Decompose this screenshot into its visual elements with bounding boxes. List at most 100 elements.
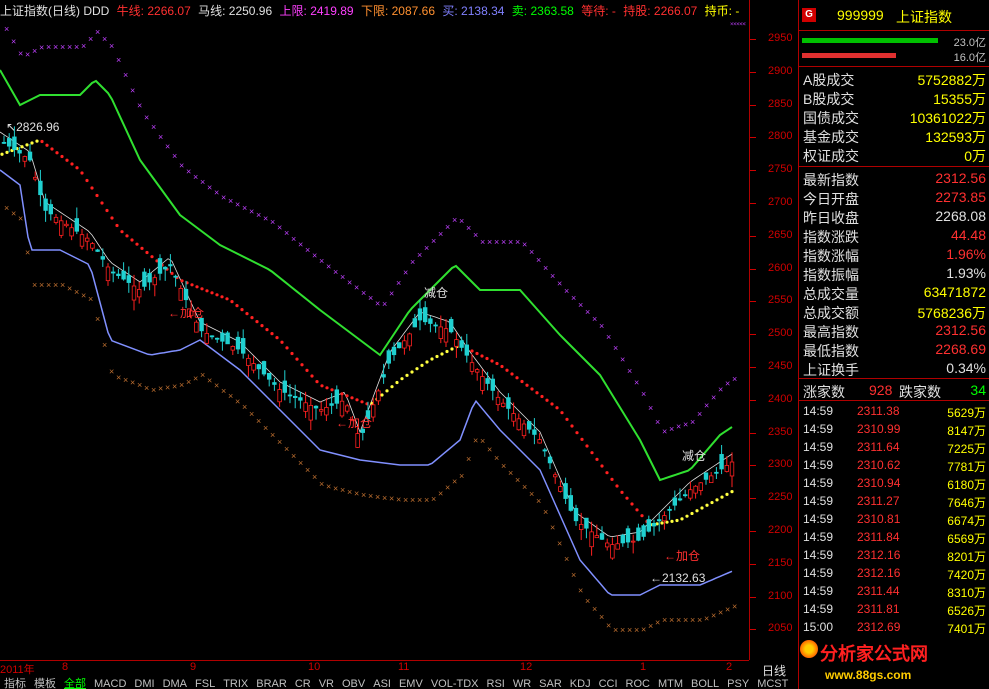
lower-limit-mark: × [564, 554, 569, 564]
trend-dot [230, 300, 234, 304]
buy-value: 2138.34 [461, 4, 505, 18]
trend-dot [495, 361, 499, 366]
candle-body [152, 277, 157, 286]
tab-sar[interactable]: SAR [535, 678, 566, 689]
upper-limit-mark: × [291, 234, 296, 244]
tab-fsl[interactable]: FSL [191, 678, 219, 689]
price-tick-mark [750, 203, 756, 204]
trend-dot [695, 509, 699, 513]
tab-obv[interactable]: OBV [338, 678, 369, 689]
upper-limit-mark: × [270, 217, 275, 227]
tab-全部[interactable]: 全部 [60, 675, 90, 689]
tab-wr[interactable]: WR [509, 678, 535, 689]
lower-limit-mark: × [466, 454, 471, 464]
upper-limit-mark: × [312, 251, 317, 261]
tab-dmi[interactable]: DMI [130, 678, 158, 689]
trend-dot [425, 360, 429, 364]
tick-price: 2312.16 [857, 548, 901, 562]
trend-dot [435, 354, 439, 359]
trend-dot [85, 178, 89, 183]
trend-dot [640, 514, 644, 518]
upper-limit-mark: × [606, 332, 611, 342]
candle-body [74, 218, 79, 232]
trend-dot [405, 373, 409, 377]
volume-row: 权证成交 0万 [799, 145, 989, 164]
candle-body [292, 395, 298, 398]
tab-boll[interactable]: BOLL [687, 678, 723, 689]
candle-body [329, 403, 334, 406]
trend-dot [295, 357, 299, 361]
tab-cr[interactable]: CR [291, 678, 315, 689]
lower-limit-mark: × [165, 383, 170, 393]
kline-chart-svg[interactable]: ××××××××××××××××××××××××××××××××××××××××… [0, 0, 749, 660]
trend-dot [40, 139, 44, 144]
upper-limit-mark: × [655, 417, 660, 427]
trend-dot [430, 357, 434, 361]
tab-macd[interactable]: MACD [90, 678, 130, 689]
price-tick: 2200 [768, 524, 793, 536]
tab-dma[interactable]: DMA [159, 678, 191, 689]
tab-psy[interactable]: PSY [723, 678, 753, 689]
candle-body [64, 223, 69, 227]
high-marker: ↖2826.96 [6, 120, 60, 134]
upper-limit-mark: × [207, 182, 212, 192]
trend-dot [285, 346, 289, 350]
tab-vr[interactable]: VR [315, 678, 338, 689]
kline-chart-panel[interactable]: × × × × × × × × × × × × × × × × × × × × × × × × × × × × × × × × × × × × × × × ×… [0, 0, 750, 660]
tab-cci[interactable]: CCI [595, 678, 622, 689]
tab-vol-tdx[interactable]: VOL-TDX [427, 678, 483, 689]
lower-limit-mark: × [718, 607, 723, 617]
upper-limit-mark: × [4, 24, 9, 34]
trend-dot [325, 386, 329, 390]
upper-limit-mark: × [39, 43, 44, 53]
index-stat-row: 总成交量 63471872 [799, 283, 989, 302]
candle-body [7, 138, 12, 147]
trend-dot [75, 166, 79, 170]
volume-value: 15355万 [933, 91, 986, 107]
tab-模板[interactable]: 模板 [30, 675, 60, 689]
upper-limit-mark: × [151, 122, 156, 132]
tick-row: 14:59 2311.38 5629万 [799, 402, 989, 420]
trend-dot [700, 506, 704, 510]
trend-dot [30, 141, 34, 145]
tick-volume: 7420万 [947, 568, 986, 582]
tab-rsi[interactable]: RSI [483, 678, 509, 689]
wait-value: - [611, 4, 616, 18]
lower-limit-mark: × [221, 386, 226, 396]
index-stat-value: 0.34% [946, 360, 986, 376]
trend-dot [515, 376, 519, 380]
candle-body [709, 475, 714, 484]
candle-body [204, 332, 209, 344]
trend-dot [635, 508, 639, 512]
tab-kdj[interactable]: KDJ [566, 678, 595, 689]
tab-emv[interactable]: EMV [395, 678, 427, 689]
lower-limit-mark: × [732, 601, 737, 611]
ma-line [0, 131, 733, 538]
lower-limit-mark: × [697, 615, 702, 625]
tab-brar[interactable]: BRAR [252, 678, 291, 689]
trend-dot [265, 328, 269, 332]
down-count-label: 跌家数 [899, 384, 941, 400]
candle-body [599, 533, 605, 540]
price-tick-mark [750, 629, 756, 631]
g-badge[interactable]: G [802, 8, 816, 22]
tab-mtm[interactable]: MTM [654, 678, 687, 689]
tab-mcst[interactable]: MCST [753, 678, 792, 689]
candle-body [126, 275, 131, 283]
trend-dot [125, 234, 129, 238]
quote-panel: G 999999 上证指数 23.0亿 16.0亿 A股成交 5752882万 B股… [798, 0, 989, 689]
tab-指标[interactable]: 指标 [0, 675, 30, 689]
trend-dot [525, 383, 529, 387]
tab-asi[interactable]: ASI [369, 678, 395, 689]
candle-body [355, 433, 360, 448]
upper-label: 上限: [279, 4, 307, 18]
candle-body [79, 234, 85, 247]
tab-roc[interactable]: ROC [622, 678, 654, 689]
tick-row: 14:59 2311.27 7646万 [799, 492, 989, 510]
lower-limit-mark: × [32, 280, 37, 290]
tick-time: 14:59 [803, 422, 834, 436]
price-tick: 2050 [768, 622, 793, 635]
lower-limit-mark: × [95, 314, 100, 324]
trend-dot [380, 393, 384, 397]
tab-trix[interactable]: TRIX [219, 678, 252, 689]
